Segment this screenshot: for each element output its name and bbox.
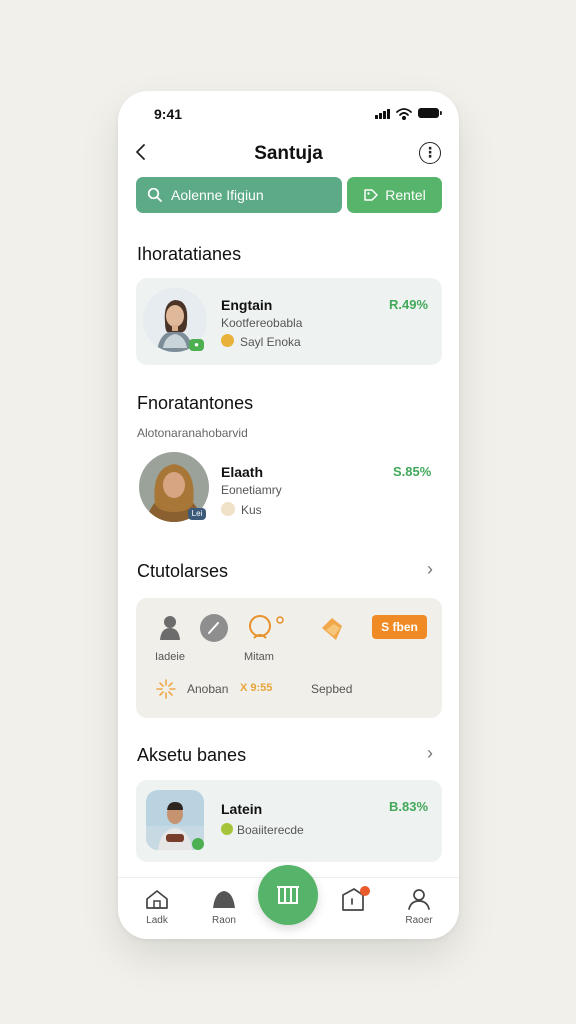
tag-icon <box>364 189 379 201</box>
support-icon[interactable] <box>246 612 284 644</box>
item-subtitle-4: Boaiiterecde <box>237 823 304 837</box>
item-name-1: Engtain <box>221 297 273 313</box>
rent-button-label: Rentel <box>385 187 426 203</box>
item-percent-2: S.85% <box>393 464 432 479</box>
chevron-right-icon[interactable]: › <box>427 743 433 764</box>
more-options-button[interactable] <box>419 142 441 164</box>
verified-badge-4 <box>192 838 204 850</box>
listing-card-4[interactable]: Latein Boaiiterecde B.83% <box>136 780 442 862</box>
page-title: Santuja <box>254 143 323 164</box>
center-action-button[interactable] <box>258 865 318 925</box>
item-meta-1: Sayl Enoka <box>240 335 301 349</box>
tab-explore[interactable]: Raon <box>206 888 242 926</box>
compass-icon[interactable] <box>200 614 228 642</box>
avatar-badge-2: Lei <box>188 508 206 520</box>
wifi-icon <box>396 108 412 121</box>
home-icon <box>146 890 168 909</box>
sun-icon[interactable] <box>155 678 177 700</box>
rent-button[interactable]: Rentel <box>347 177 442 213</box>
battery-icon <box>418 108 442 118</box>
category-grid: S fben Iadeie Mitam Anoban X 9:55 Sepbed <box>136 598 442 718</box>
item-percent-4: B.83% <box>389 799 429 814</box>
category-label-3: Anoban <box>187 682 229 696</box>
section-subtitle-2: Alotonaranahobarvid <box>137 426 248 440</box>
search-icon <box>147 187 162 202</box>
category-label-2: Mitam <box>244 651 274 663</box>
tab-bag[interactable] <box>336 886 372 917</box>
item-percent-1: R.49% <box>389 297 429 312</box>
item-meta-2: Kus <box>241 503 262 517</box>
item-name-4: Latein <box>221 801 263 817</box>
person-icon[interactable] <box>155 612 185 642</box>
chevron-right-icon[interactable]: › <box>427 559 433 580</box>
signal-icon <box>375 109 390 119</box>
item-name-2: Elaath <box>221 464 264 480</box>
section-title-2: Fnoratantones <box>137 393 254 413</box>
item-subtitle-1: Kootfereobabla <box>221 316 303 330</box>
section-title-4: Aksetu banes <box>137 745 247 765</box>
ticket-icon[interactable] <box>318 616 346 642</box>
tab-label-1: Ladk <box>146 915 168 926</box>
section-title-1: Ihoratatianes <box>137 244 242 264</box>
listing-row-2[interactable]: Lei Elaath Eonetiamry Kus S.85% <box>136 449 442 529</box>
status-time: 9:41 <box>154 106 183 122</box>
profile-icon <box>408 889 430 910</box>
category-label-1: Iadeie <box>155 651 185 663</box>
listing-card-1[interactable]: ● Engtain Kootfereobabla Sayl Enoka R.49… <box>136 278 442 365</box>
category-label-4: X 9:55 <box>240 682 273 694</box>
category-label-5: Sepbed <box>311 682 353 696</box>
tab-profile[interactable]: Raoer <box>401 888 437 926</box>
item-subtitle-2: Eonetiamry <box>221 483 282 497</box>
search-input[interactable]: Aolenne Ifigiun <box>171 187 264 203</box>
tab-label-2: Raon <box>212 915 236 926</box>
tab-label-5: Raoer <box>405 915 433 926</box>
gift-box-icon <box>277 886 299 904</box>
search-bar[interactable]: Aolenne Ifigiun <box>136 177 342 213</box>
coin-icon <box>221 502 235 516</box>
shopping-bag-icon <box>342 886 370 911</box>
section-title-3: Ctutolarses <box>137 561 229 581</box>
status-dot-icon <box>221 823 233 835</box>
tab-home[interactable]: Ladk <box>140 888 174 926</box>
status-icons <box>373 106 443 121</box>
explore-icon <box>213 891 235 908</box>
coin-icon <box>221 334 234 347</box>
verified-badge-1: ● <box>189 339 204 351</box>
category-tag[interactable]: S fben <box>372 615 427 639</box>
phone-screen: 9:41 Santuja ⋮ Aolenne Ifigiun Rentel Ih… <box>118 91 459 939</box>
